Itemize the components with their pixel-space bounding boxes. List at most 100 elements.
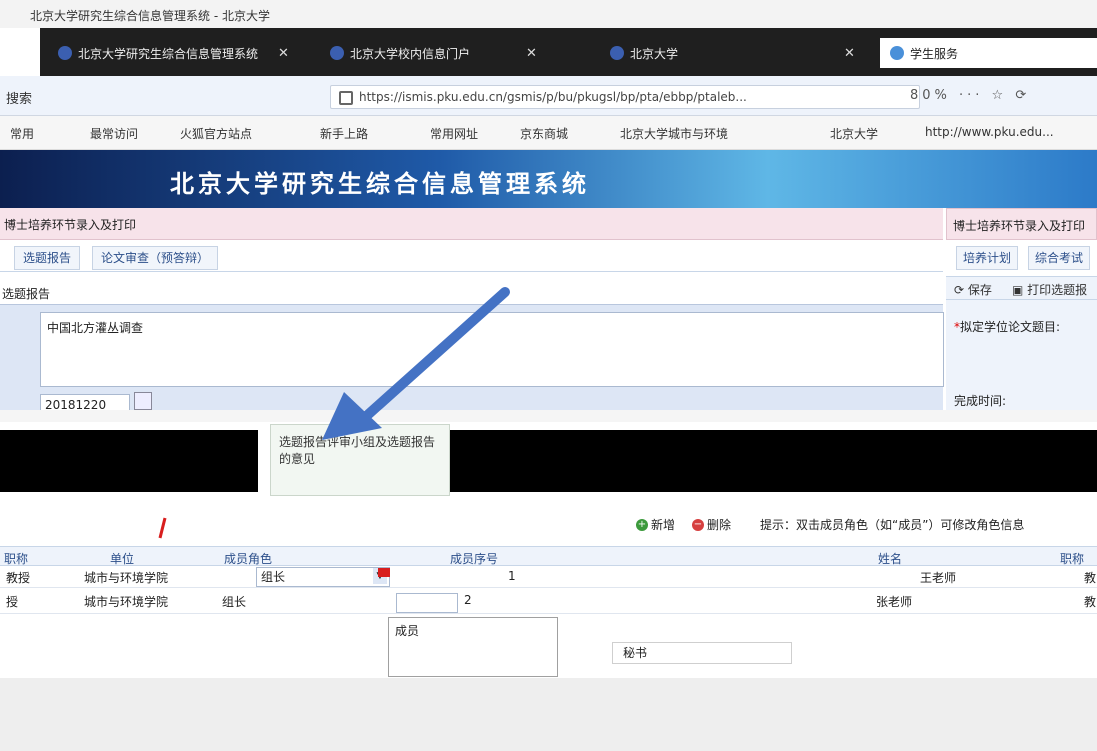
masked-region xyxy=(0,430,258,492)
bookmark-item[interactable]: 常用 xyxy=(10,125,34,142)
plus-icon: + xyxy=(636,518,648,531)
bookmark-item[interactable]: 北京大学城市与环境 xyxy=(620,125,728,142)
system-banner: 北京大学研究生综合信息管理系统 xyxy=(0,150,1097,208)
dialog-title: 选题报告评审小组及选题报告的意见 xyxy=(279,435,436,466)
role-dropdown: 成员 xyxy=(388,617,558,677)
close-tab-icon[interactable]: ✕ xyxy=(526,46,537,61)
col-name[interactable]: 姓名 xyxy=(878,550,902,567)
print-label: 打印选题报 xyxy=(1027,283,1088,297)
section-title: 选题报告 xyxy=(2,287,51,301)
title-cell: 授 xyxy=(6,595,19,609)
tab-portal[interactable]: 北京大学校内信息门户 ✕ xyxy=(330,38,537,68)
window-title: 北京大学研究生综合信息管理系统 - 北京大学 xyxy=(30,9,270,23)
table-row[interactable]: 授 城市与环境学院 组长 2 张老师 教 xyxy=(0,590,1097,614)
thesis-label-text: 拟定学位论文题目: xyxy=(960,320,1061,334)
tab-label: 学生服务 xyxy=(910,46,959,61)
tab-pku[interactable]: 北京大学 ✕ xyxy=(610,38,855,68)
minus-icon: − xyxy=(692,518,704,531)
role-option-secretary[interactable]: 秘书 xyxy=(612,642,792,664)
address-bar-row: 搜索 https://ismis.pku.edu.cn/gsmis/p/bu/p… xyxy=(0,76,1097,116)
overlay-strip xyxy=(0,410,1097,422)
tab-label: 北京大学研究生综合信息管理系统 xyxy=(78,46,259,61)
page-icon xyxy=(890,46,904,60)
right-toolbar: ⟳ 保存 ▣ 打印选题报 xyxy=(946,276,1097,300)
close-tab-icon[interactable]: ✕ xyxy=(844,46,855,61)
tab-comprehensive-exam[interactable]: 综合考试 xyxy=(1028,246,1091,270)
committee-grid-header: 职称 单位 成员角色 成员序号 姓名 职称 xyxy=(0,546,1097,566)
main-subtabs: 选题报告 论文审查（预答辩） xyxy=(0,240,943,272)
bookmark-item[interactable]: 新手上路 xyxy=(320,125,368,142)
role-select[interactable]: 组长 ▼ xyxy=(256,567,390,587)
save-button[interactable]: ⟳ 保存 xyxy=(954,281,992,298)
hint-text: 提示：双击成员角色（如“成员”）可修改角色信息 xyxy=(760,516,1024,533)
lock-icon xyxy=(339,91,353,105)
globe-icon xyxy=(58,46,72,60)
tab-student-service[interactable]: 学生服务 xyxy=(880,38,1097,68)
right-tabs: 培养计划 综合考试 xyxy=(946,240,1097,272)
browser-tab-bar: 北京大学研究生综合信息管理系统 ✕ 北京大学校内信息门户 ✕ 北京大学 ✕ 学生… xyxy=(40,28,1097,76)
delete-label: 删除 xyxy=(707,518,732,532)
col-title[interactable]: 职称 xyxy=(4,550,28,567)
tab-thesis-review[interactable]: 论文审查（预答辩） xyxy=(92,246,219,270)
chevron-down-icon[interactable]: ▼ xyxy=(373,568,387,584)
url-field[interactable]: https://ismis.pku.edu.cn/gsmis/p/bu/pkug… xyxy=(330,85,920,109)
role-option-member[interactable]: 成员 xyxy=(395,622,419,639)
rank-cell: 教 xyxy=(1084,595,1097,609)
url-text: https://ismis.pku.edu.cn/gsmis/p/bu/pkug… xyxy=(359,90,747,104)
rank-cell: 教 xyxy=(1084,571,1097,585)
tab-label: 北京大学校内信息门户 xyxy=(350,46,471,61)
tab-topic-report[interactable]: 选题报告 xyxy=(14,246,81,270)
role-cell: 组长 xyxy=(222,595,247,609)
seq-cell: 1 xyxy=(508,569,516,583)
name-cell: 张老师 xyxy=(876,595,913,609)
review-dialog: 选题报告评审小组及选题报告的意见 xyxy=(270,424,450,496)
search-label[interactable]: 搜索 xyxy=(6,88,32,107)
tab-label: 北京大学 xyxy=(630,46,679,61)
save-label: 保存 xyxy=(967,283,992,297)
bookmarks-bar: 常用 最常访问 火狐官方站点 新手上路 常用网址 京东商城 北京大学城市与环境 … xyxy=(0,116,1097,150)
col-seq[interactable]: 成员序号 xyxy=(450,550,498,567)
col-role[interactable]: 成员角色 xyxy=(224,550,272,567)
banner-title: 北京大学研究生综合信息管理系统 xyxy=(170,170,590,198)
right-panel-header: 博士培养环节录入及打印 xyxy=(946,208,1097,240)
add-label: 新增 xyxy=(651,518,676,532)
col-rank[interactable]: 职称 xyxy=(1060,550,1084,567)
right-panel-title: 博士培养环节录入及打印 xyxy=(953,219,1086,233)
bookmark-item[interactable]: 北京大学 xyxy=(830,125,878,142)
name-cell: 王老师 xyxy=(920,571,957,585)
bookmark-item[interactable]: http://www.pku.edu... xyxy=(925,125,1054,139)
thesis-title-label: *拟定学位论文题目: xyxy=(954,318,1060,335)
print-button[interactable]: ▣ 打印选题报 xyxy=(1012,281,1087,298)
tab-training-plan[interactable]: 培养计划 xyxy=(956,246,1019,270)
bookmark-item[interactable]: 京东商城 xyxy=(520,125,568,142)
bookmark-item[interactable]: 火狐官方站点 xyxy=(180,125,252,142)
bookmark-item[interactable]: 常用网址 xyxy=(430,125,478,142)
save-icon: ⟳ xyxy=(954,283,965,297)
calendar-icon[interactable] xyxy=(134,392,152,410)
bookmark-item[interactable]: 最常访问 xyxy=(90,125,138,142)
org-cell: 城市与环境学院 xyxy=(84,571,169,585)
red-mark xyxy=(158,517,167,539)
printer-icon: ▣ xyxy=(1012,283,1024,297)
main-panel-header: 博士培养环节录入及打印 xyxy=(0,208,943,240)
hint-label: 提示：双击成员角色（如“成员”）可修改角色信息 xyxy=(760,518,1025,532)
topic-textarea[interactable]: 中国北方灌丛调查 xyxy=(40,312,944,387)
close-tab-icon[interactable]: ✕ xyxy=(278,46,289,61)
section-label: 选题报告 xyxy=(0,282,943,304)
masked-region xyxy=(450,430,1097,492)
col-org[interactable]: 单位 xyxy=(110,550,134,567)
window-title-bar: 北京大学研究生综合信息管理系统 - 北京大学 xyxy=(0,0,1097,28)
browser-tools[interactable]: 80% ··· ☆ ⟳ xyxy=(910,88,1030,103)
completion-time-label: 完成时间: xyxy=(954,394,1007,408)
tab-gsmis[interactable]: 北京大学研究生综合信息管理系统 ✕ xyxy=(58,38,289,68)
add-member-button[interactable]: + 新增 xyxy=(636,516,675,533)
role-value: 组长 xyxy=(261,570,286,584)
committee-toolbar: + 新增 − 删除 提示：双击成员角色（如“成员”）可修改角色信息 xyxy=(620,514,1097,536)
globe-icon xyxy=(610,46,624,60)
delete-member-button[interactable]: − 删除 xyxy=(692,516,731,533)
main-panel-title: 博士培养环节录入及打印 xyxy=(4,218,137,232)
globe-icon xyxy=(330,46,344,60)
right-form: *拟定学位论文题目: 完成时间: xyxy=(946,300,1097,410)
org-cell: 城市与环境学院 xyxy=(84,595,169,609)
table-row[interactable]: 教授 城市与环境学院 组长 ▼ 1 王老师 教 xyxy=(0,566,1097,588)
